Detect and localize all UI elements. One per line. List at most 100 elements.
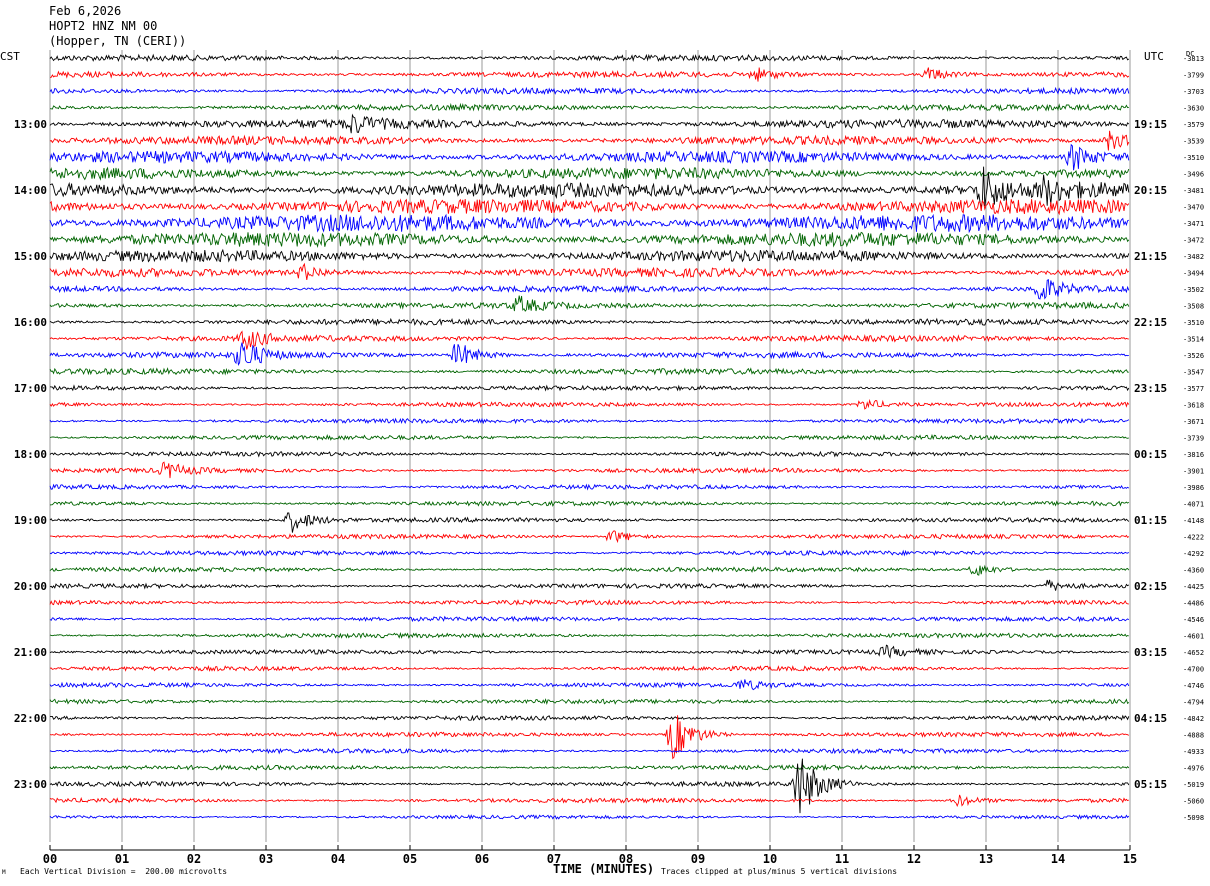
seismic-trace (49, 615, 1130, 623)
seismic-trace (49, 198, 1130, 216)
seismic-trace (49, 715, 1130, 760)
dc-offset-label: -4360 (1183, 567, 1204, 575)
dc-offset-label: -3472 (1183, 237, 1204, 245)
dc-offset-label: -3901 (1183, 468, 1204, 476)
seismic-trace (49, 631, 1129, 640)
right-hour-label: 21:15 (1134, 250, 1167, 263)
x-tick-label: 04 (331, 852, 345, 866)
seismic-trace (49, 295, 1130, 312)
x-tick-label: 02 (187, 852, 201, 866)
dc-offset-label: -3526 (1183, 352, 1204, 360)
dc-offset-label: -3471 (1183, 220, 1204, 228)
x-tick-label: 14 (1051, 852, 1065, 866)
seismic-trace (49, 763, 1130, 772)
left-hour-label: 16:00 (14, 316, 47, 329)
dc-offset-label: -4933 (1183, 748, 1204, 756)
clip-note: Traces clipped at plus/minus 5 vertical … (661, 867, 898, 876)
right-hour-label: 00:15 (1134, 448, 1167, 461)
seismic-trace (49, 814, 1130, 820)
dc-offset-label: -3502 (1183, 286, 1204, 294)
dc-offset-label: -5060 (1183, 798, 1204, 806)
corner-mark: M (2, 869, 6, 876)
right-hour-label: 22:15 (1134, 316, 1167, 329)
dc-offset-label: -3494 (1183, 270, 1204, 278)
seismic-trace (49, 598, 1129, 606)
dc-offset-label: -4425 (1183, 583, 1204, 591)
dc-offset-label: -3739 (1183, 435, 1204, 443)
dc-offset-label: -4746 (1183, 682, 1204, 690)
left-hour-label: 21:00 (14, 646, 47, 659)
dc-offset-label: -3496 (1183, 171, 1204, 179)
dc-offset-label: -4148 (1183, 517, 1204, 525)
seismic-trace (49, 53, 1130, 63)
seismic-trace (49, 483, 1130, 491)
seismic-trace (49, 679, 1130, 691)
left-hour-label: 17:00 (14, 382, 47, 395)
seismic-trace (49, 450, 1130, 458)
dc-offset-label: -4292 (1183, 550, 1204, 558)
seismic-trace (49, 698, 1130, 705)
x-tick-label: 06 (475, 852, 489, 866)
seismic-trace (49, 367, 1129, 376)
x-tick-label: 11 (835, 852, 849, 866)
dc-offset-label: -3816 (1183, 451, 1204, 459)
dc-offset-label: -4888 (1183, 732, 1204, 740)
right-hour-label: 23:15 (1134, 382, 1167, 395)
right-hour-label: 02:15 (1134, 580, 1167, 593)
seismic-trace (49, 714, 1130, 722)
seismic-trace (49, 579, 1130, 591)
seismic-trace (49, 564, 1130, 576)
seismic-trace (49, 248, 1130, 264)
dc-offset-label: -4486 (1183, 600, 1204, 608)
seismic-trace (49, 231, 1130, 248)
x-tick-label: 00 (43, 852, 57, 866)
seismic-trace (49, 794, 1130, 807)
seismic-trace (50, 530, 1130, 544)
dc-offset-label: -3630 (1183, 105, 1204, 113)
dc-offset-label: -3539 (1183, 138, 1204, 146)
seismic-trace (49, 317, 1130, 327)
dc-offset-label: -4652 (1183, 649, 1204, 657)
seismic-trace (49, 665, 1129, 672)
seismic-trace (49, 549, 1130, 557)
right-hour-label: 01:15 (1134, 514, 1167, 527)
seismic-trace (49, 166, 1130, 181)
dc-offset-label: -3986 (1183, 484, 1204, 492)
x-tick-label: 09 (691, 852, 705, 866)
seismic-trace (49, 113, 1130, 134)
dc-offset-label: -5019 (1183, 781, 1204, 789)
dc-offset-label: -3671 (1183, 418, 1204, 426)
left-hour-label: 19:00 (14, 514, 47, 527)
x-tick-label: 10 (763, 852, 777, 866)
seismic-trace (50, 67, 1130, 82)
seismic-trace (49, 384, 1130, 392)
x-tick-label: 15 (1123, 852, 1137, 866)
dc-offset-label: -3510 (1183, 319, 1204, 327)
dc-offset-label: -4601 (1183, 633, 1204, 641)
x-tick-label: 03 (259, 852, 273, 866)
dc-offset-label: -3470 (1183, 204, 1204, 212)
right-hour-label: 20:15 (1134, 184, 1167, 197)
dc-offset-label: -3514 (1183, 336, 1204, 344)
dc-offset-label: -3703 (1183, 88, 1204, 96)
seismic-trace (49, 747, 1129, 755)
dc-offset-label: -4976 (1183, 765, 1204, 773)
right-hour-label: 04:15 (1134, 712, 1167, 725)
x-tick-label: 05 (403, 852, 417, 866)
dc-offset-label: -5098 (1183, 814, 1204, 822)
dc-offset-label: -3547 (1183, 369, 1204, 377)
seismic-trace (49, 512, 1130, 533)
seismic-trace (49, 461, 1129, 479)
x-tick-label: 13 (979, 852, 993, 866)
x-tick-label: 01 (115, 852, 129, 866)
left-hour-label: 15:00 (14, 250, 47, 263)
dc-offset-label: -3481 (1183, 187, 1204, 195)
dc-offset-label: -3482 (1183, 253, 1204, 261)
x-axis-label: TIME (MINUTES) (553, 862, 655, 876)
dc-offset-label: -3813 (1183, 55, 1204, 63)
scale-note: Each Vertical Division = 200.00 microvol… (20, 867, 228, 876)
seismic-trace (49, 342, 1129, 366)
seismic-trace (49, 213, 1130, 234)
seismic-trace (49, 433, 1129, 441)
seismic-trace (49, 86, 1130, 96)
